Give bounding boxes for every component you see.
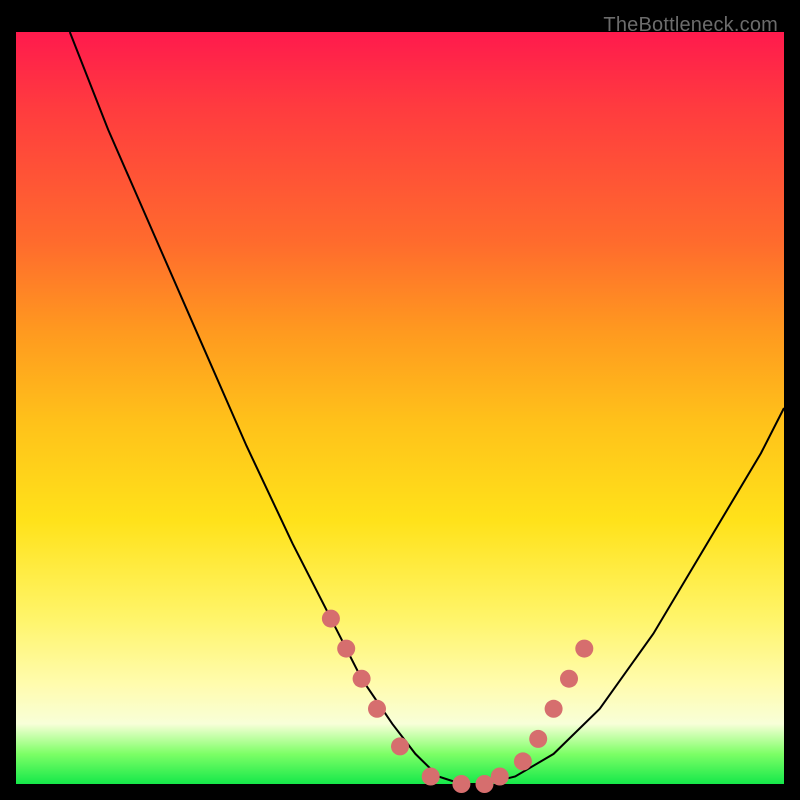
highlight-dot — [560, 670, 578, 688]
chart-frame: TheBottleneck.com — [16, 16, 784, 784]
highlight-dots — [322, 610, 593, 793]
highlight-dot — [322, 610, 340, 628]
highlight-dot — [368, 700, 386, 718]
bottleneck-curve — [70, 32, 784, 784]
highlight-dot — [529, 730, 547, 748]
highlight-dot — [452, 775, 470, 793]
highlight-dot — [337, 640, 355, 658]
highlight-dot — [491, 768, 509, 786]
highlight-dot — [391, 737, 409, 755]
bottleneck-curve-svg — [16, 32, 784, 784]
highlight-dot — [514, 752, 532, 770]
plot-area — [16, 32, 784, 784]
highlight-dot — [575, 640, 593, 658]
highlight-dot — [545, 700, 563, 718]
highlight-dot — [353, 670, 371, 688]
highlight-dot — [422, 768, 440, 786]
highlight-dot — [476, 775, 494, 793]
